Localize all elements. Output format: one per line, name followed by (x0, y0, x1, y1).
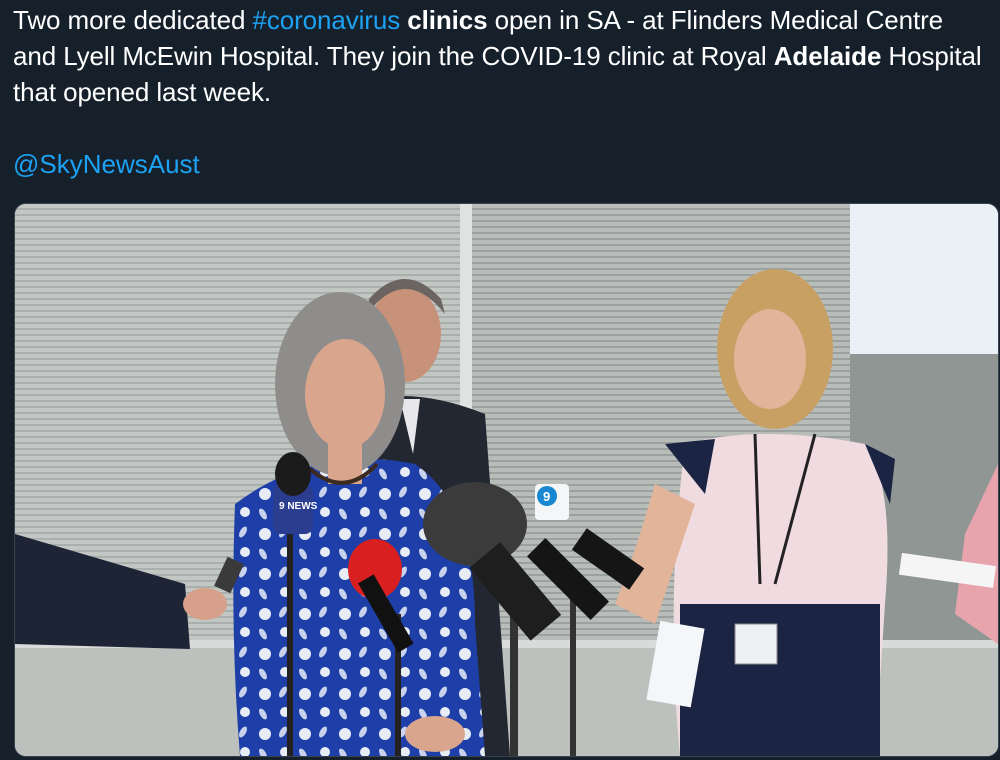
tweet-photo[interactable]: 9 NEWS 9 (14, 203, 999, 757)
tweet-text-bold: Adelaide (773, 41, 882, 71)
sky-window (850, 204, 998, 354)
mention-link[interactable]: @SkyNewsAust (13, 146, 200, 182)
tweet-text-bold: clinics (407, 5, 488, 35)
tweet-text-part: Two more dedicated (13, 5, 253, 35)
tweet: Two more dedicated #coronavirus clinics … (0, 0, 1000, 760)
tweet-text: Two more dedicated #coronavirus clinics … (13, 2, 988, 110)
mic-flag-9news: 9 NEWS (279, 501, 318, 512)
hashtag-link[interactable]: #coronavirus (252, 5, 400, 35)
mic-flag-channel: 9 (543, 489, 550, 504)
press-conference-photo: 9 NEWS 9 (15, 204, 998, 756)
